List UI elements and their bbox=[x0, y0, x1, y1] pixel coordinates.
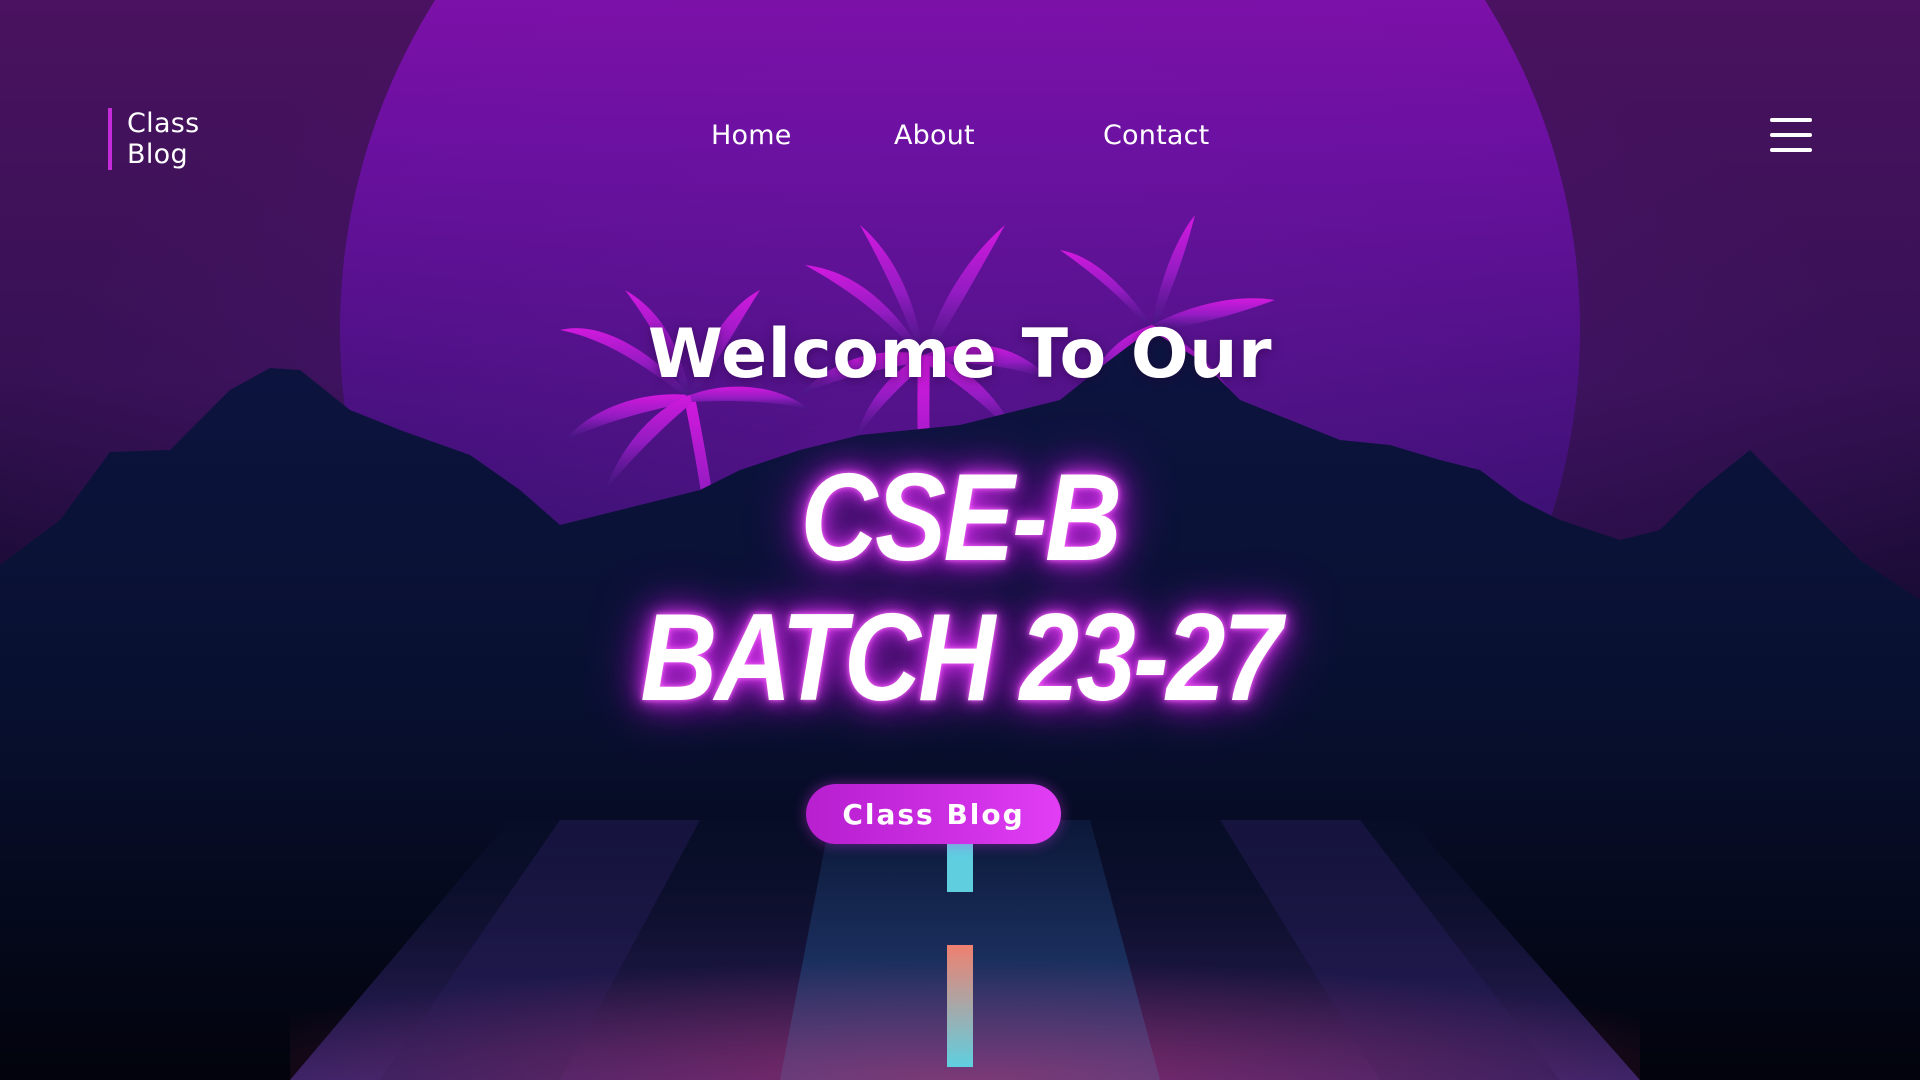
nav-about-link[interactable]: About bbox=[894, 116, 975, 156]
nav-contact-link[interactable]: Contact bbox=[1103, 116, 1209, 156]
menu-bar-bottom bbox=[1770, 148, 1812, 152]
class-blog-button[interactable]: Class Blog bbox=[806, 784, 1061, 844]
nav-home-link[interactable]: Home bbox=[711, 116, 792, 156]
hero-headline-line-1: CSE-B bbox=[800, 449, 1122, 587]
hamburger-menu-icon[interactable] bbox=[1770, 116, 1812, 154]
main-nav: Home About Contact bbox=[0, 116, 1920, 156]
hero-welcome-heading: Welcome To Our bbox=[647, 315, 1273, 394]
road-lane-marker bbox=[947, 842, 973, 1067]
menu-bar-middle bbox=[1770, 133, 1812, 137]
hero-headline-line-2: BATCH 23-27 bbox=[640, 589, 1282, 727]
menu-bar-top bbox=[1770, 118, 1812, 122]
landing-page: Class Blog Home About Contact Welcome To… bbox=[0, 0, 1920, 1080]
